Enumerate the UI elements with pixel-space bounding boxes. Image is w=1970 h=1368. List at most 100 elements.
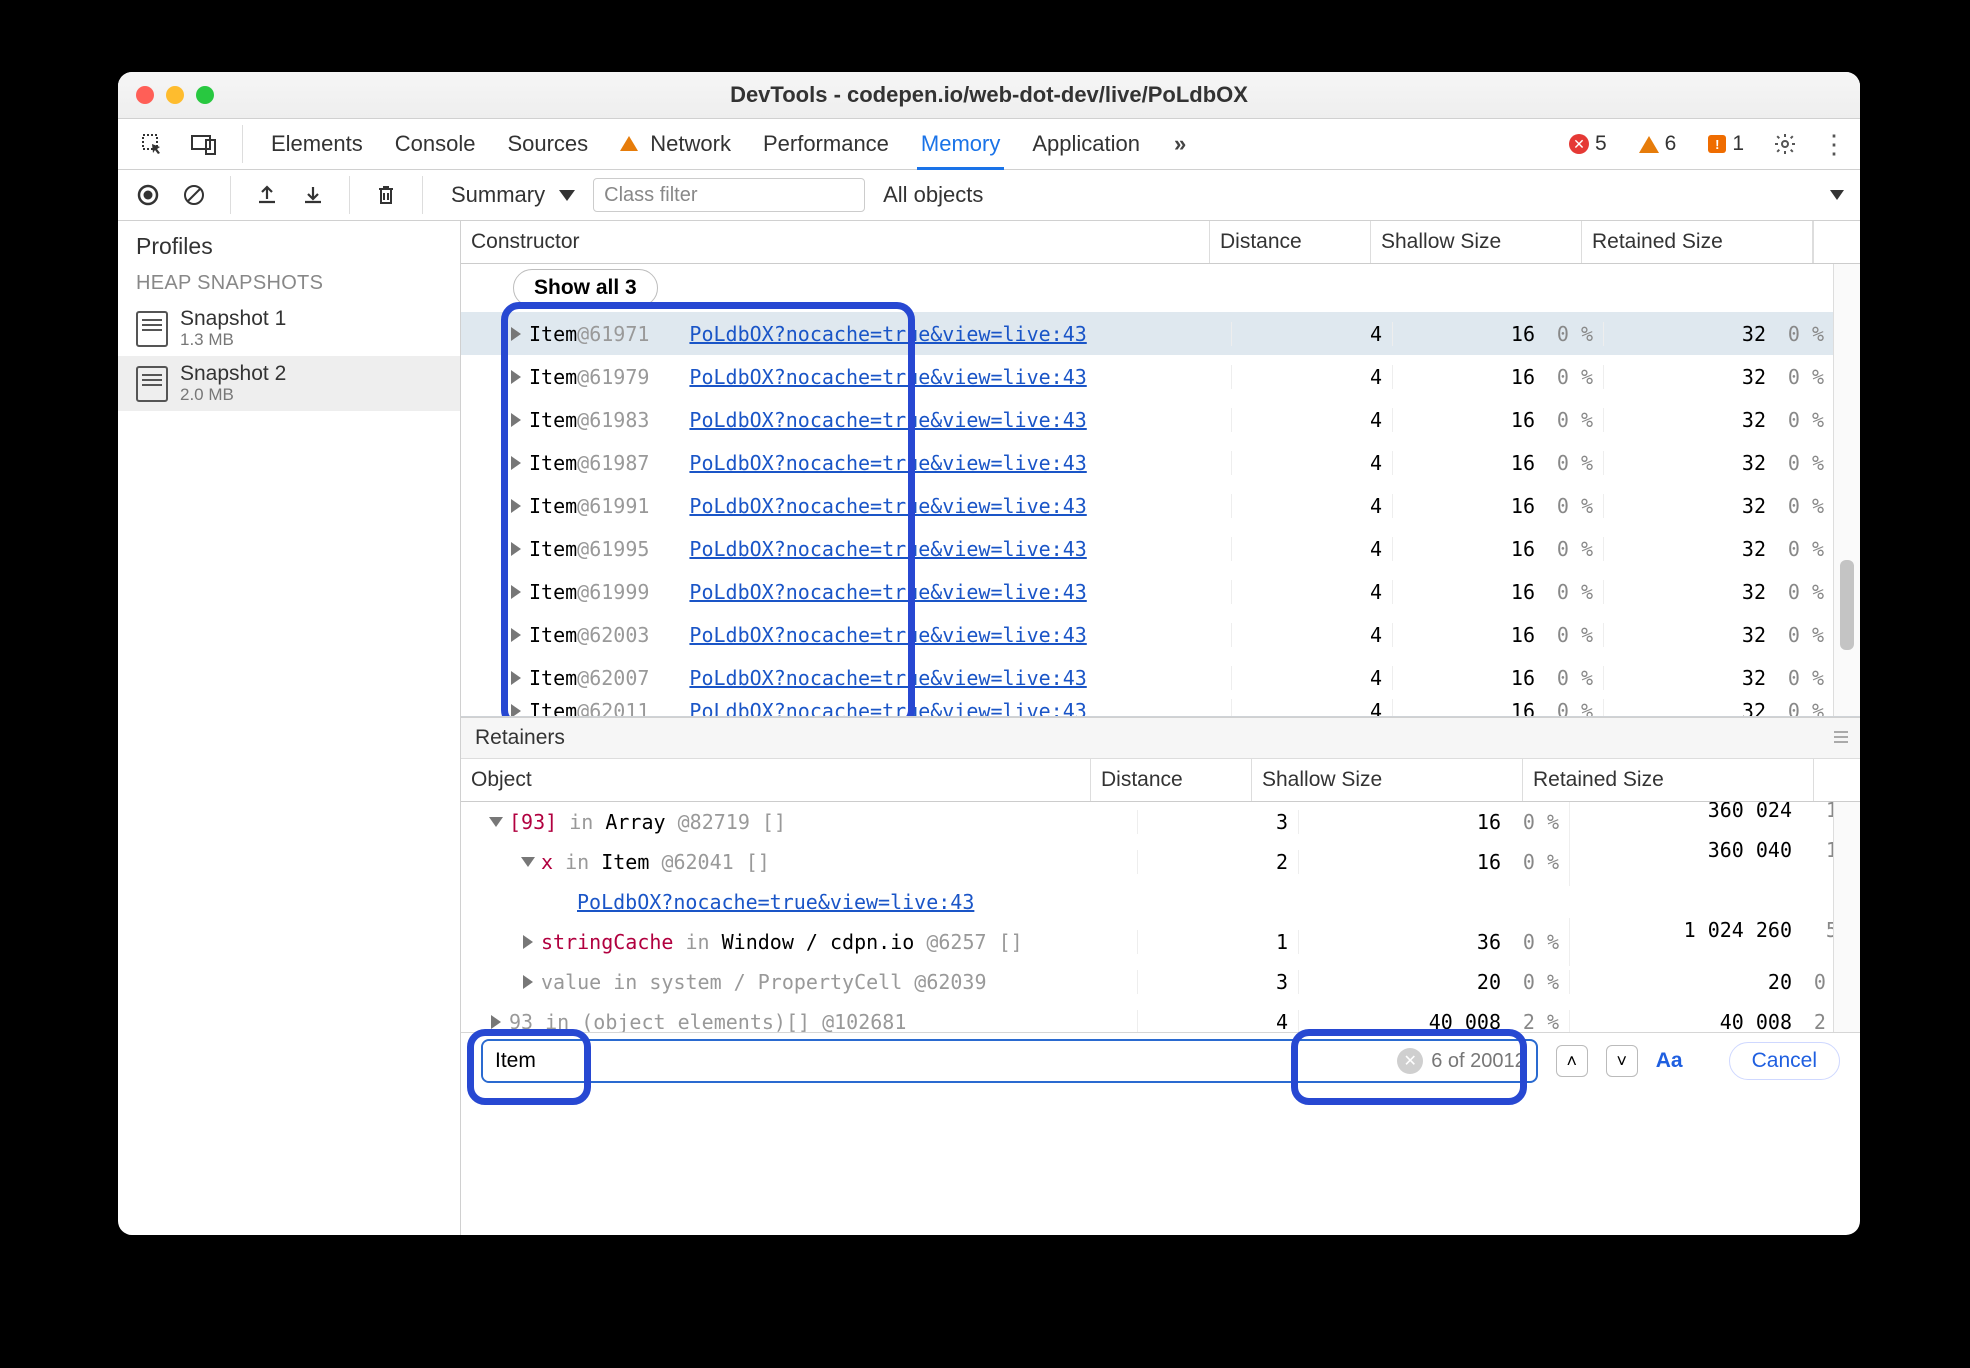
constructor-row[interactable]: Item @61987PoLdbOX?nocache=true&view=liv… <box>461 441 1834 484</box>
object-id: @62003 <box>577 623 649 647</box>
error-icon: ✕ <box>1569 134 1589 154</box>
snapshot-item[interactable]: Snapshot 1 1.3 MB <box>118 301 460 356</box>
show-all-button[interactable]: Show all 3 <box>513 269 658 307</box>
disclosure-icon[interactable] <box>523 935 533 949</box>
disclosure-icon[interactable] <box>511 327 521 341</box>
disclosure-icon[interactable] <box>511 542 521 556</box>
constructor-row[interactable]: Item @61991PoLdbOX?nocache=true&view=liv… <box>461 484 1834 527</box>
col-retained[interactable]: Retained Size <box>1523 759 1814 801</box>
scrollbar[interactable] <box>1833 264 1860 716</box>
col-constructor[interactable]: Constructor <box>461 221 1210 263</box>
titlebar: DevTools - codepen.io/web-dot-dev/live/P… <box>118 72 1860 119</box>
col-shallow[interactable]: Shallow Size <box>1252 759 1523 801</box>
cancel-button[interactable]: Cancel <box>1729 1042 1840 1080</box>
retainer-row[interactable]: 93 in (object elements)[] @102681440 008… <box>461 1002 1860 1032</box>
object-id: @61999 <box>577 580 649 604</box>
constructor-row[interactable]: Item @61995PoLdbOX?nocache=true&view=liv… <box>461 527 1834 570</box>
source-link[interactable]: PoLdbOX?nocache=true&view=live:43 <box>689 537 1086 561</box>
disclosure-icon[interactable] <box>491 1015 501 1029</box>
disclosure-icon[interactable] <box>523 975 533 989</box>
constructor-columns: Constructor Distance Shallow Size Retain… <box>461 221 1860 264</box>
source-link[interactable]: PoLdbOX?nocache=true&view=live:43 <box>689 623 1086 647</box>
col-distance[interactable]: Distance <box>1091 759 1252 801</box>
minimize-icon[interactable] <box>166 86 184 104</box>
disclosure-icon[interactable] <box>511 671 521 685</box>
tab-memory[interactable]: Memory <box>917 121 1004 170</box>
tab-application[interactable]: Application <box>1028 121 1144 167</box>
search-next-button[interactable]: ˅ <box>1606 1045 1638 1077</box>
source-link[interactable]: PoLdbOX?nocache=true&view=live:43 <box>689 408 1086 432</box>
source-link[interactable]: PoLdbOX?nocache=true&view=live:43 <box>689 580 1086 604</box>
source-link[interactable]: PoLdbOX?nocache=true&view=live:43 <box>689 494 1086 518</box>
constructor-row[interactable]: Item @61983PoLdbOX?nocache=true&view=liv… <box>461 398 1834 441</box>
device-toolbar-icon[interactable] <box>190 130 218 158</box>
class-filter-input[interactable] <box>593 178 865 212</box>
source-link[interactable]: PoLdbOX?nocache=true&view=live:43 <box>689 365 1086 389</box>
export-icon[interactable] <box>253 181 281 209</box>
info-badge[interactable]: ! 1 <box>1704 132 1748 156</box>
tab-console[interactable]: Console <box>391 121 480 167</box>
disclosure-icon[interactable] <box>511 628 521 642</box>
clear-icon[interactable] <box>180 181 208 209</box>
disclosure-icon[interactable] <box>489 817 503 827</box>
cell-retained: 32 <box>1742 365 1766 389</box>
view-select[interactable]: Summary <box>451 182 575 208</box>
warnings-badge[interactable]: 6 <box>1635 132 1681 156</box>
retainer-row[interactable]: stringCache in Window / cdpn.io @6257 []… <box>461 922 1860 962</box>
col-distance[interactable]: Distance <box>1210 221 1371 263</box>
constructor-row[interactable]: Item @61999PoLdbOX?nocache=true&view=liv… <box>461 570 1834 613</box>
col-retained[interactable]: Retained Size <box>1582 221 1813 263</box>
source-link[interactable]: PoLdbOX?nocache=true&view=live:43 <box>689 699 1086 716</box>
disclosure-icon[interactable] <box>511 456 521 470</box>
snapshot-item[interactable]: Snapshot 2 2.0 MB <box>118 356 460 411</box>
constructor-row[interactable]: Item @62003PoLdbOX?nocache=true&view=liv… <box>461 613 1834 656</box>
object-id: @61995 <box>577 537 649 561</box>
inspect-icon[interactable] <box>138 130 166 158</box>
disclosure-icon[interactable] <box>511 585 521 599</box>
errors-badge[interactable]: ✕ 5 <box>1565 132 1611 156</box>
toolbar-overflow-icon[interactable] <box>1830 190 1844 200</box>
tab-performance[interactable]: Performance <box>759 121 893 167</box>
import-icon[interactable] <box>299 181 327 209</box>
cell-distance: 4 <box>1231 408 1392 432</box>
cell-retained: 32 <box>1742 408 1766 432</box>
tab-network[interactable]: Network <box>616 121 735 167</box>
delete-icon[interactable] <box>372 181 400 209</box>
source-link[interactable]: PoLdbOX?nocache=true&view=live:43 <box>689 666 1086 690</box>
col-object[interactable]: Object <box>461 759 1091 801</box>
constructor-row[interactable]: Item @62011PoLdbOX?nocache=true&view=liv… <box>461 699 1834 716</box>
retainer-row[interactable]: [93] in Array @82719 []3160 %360 02418 % <box>461 802 1860 842</box>
source-link[interactable]: PoLdbOX?nocache=true&view=live:43 <box>689 322 1086 346</box>
maximize-icon[interactable] <box>196 86 214 104</box>
disclosure-icon[interactable] <box>511 413 521 427</box>
scrollbar-thumb[interactable] <box>1840 560 1854 650</box>
source-link[interactable]: PoLdbOX?nocache=true&view=live:43 <box>577 890 974 914</box>
close-icon[interactable] <box>136 86 154 104</box>
disclosure-icon[interactable] <box>511 370 521 384</box>
tab-elements[interactable]: Elements <box>267 121 367 167</box>
col-shallow[interactable]: Shallow Size <box>1371 221 1582 263</box>
scrollbar[interactable] <box>1833 802 1860 1032</box>
disclosure-icon[interactable] <box>521 857 535 867</box>
kebab-menu-icon[interactable]: ⋮ <box>1822 131 1848 157</box>
settings-icon[interactable] <box>1772 131 1798 157</box>
object-filter[interactable]: All objects <box>883 182 983 208</box>
clear-search-icon[interactable]: ✕ <box>1397 1048 1423 1074</box>
source-link[interactable]: PoLdbOX?nocache=true&view=live:43 <box>689 451 1086 475</box>
constructor-row[interactable]: Item @62007PoLdbOX?nocache=true&view=liv… <box>461 656 1834 699</box>
constructor-row[interactable]: Item @61971PoLdbOX?nocache=true&view=liv… <box>461 312 1834 355</box>
constructor-row[interactable]: Item @61979PoLdbOX?nocache=true&view=liv… <box>461 355 1834 398</box>
retainer-row[interactable]: PoLdbOX?nocache=true&view=live:43 <box>461 882 1860 922</box>
retainer-row[interactable]: value in system / PropertyCell @62039320… <box>461 962 1860 1002</box>
tab-sources[interactable]: Sources <box>503 121 592 167</box>
disclosure-icon[interactable] <box>511 704 521 716</box>
search-input[interactable] <box>483 1041 1397 1081</box>
match-case-toggle[interactable]: Aa <box>1656 1049 1683 1073</box>
more-tabs-icon[interactable]: » <box>1168 131 1192 157</box>
object-id: @61983 <box>577 408 649 432</box>
disclosure-icon[interactable] <box>511 499 521 513</box>
retainers-menu-icon[interactable] <box>1832 728 1850 752</box>
retainer-row[interactable]: x in Item @62041 []2160 %360 04018 % <box>461 842 1860 882</box>
search-prev-button[interactable]: ˄ <box>1556 1045 1588 1077</box>
record-icon[interactable] <box>134 181 162 209</box>
